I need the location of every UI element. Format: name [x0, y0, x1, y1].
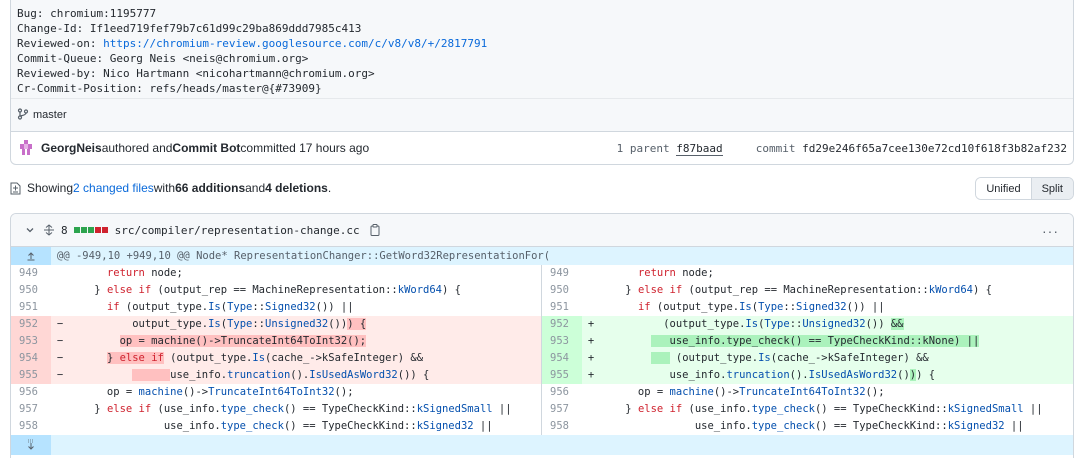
- diff-row: 952− output_type.Is(Type::Unsigned32()))…: [11, 316, 1073, 333]
- branch-row: master: [11, 98, 1073, 132]
- file-header: 8 src/compiler/representation-change.cc …: [11, 214, 1073, 247]
- line-number[interactable]: 952: [11, 316, 51, 333]
- parent-sha-link[interactable]: f87baad: [676, 142, 723, 156]
- commit-label: commit: [722, 142, 803, 155]
- diffstat-block: [101, 227, 108, 233]
- authored-text: authored and: [101, 141, 173, 155]
- expand-up-icon[interactable]: [11, 247, 51, 265]
- commit-details: Bug: chromium:1195777 Change-Id: If1eed7…: [10, 0, 1074, 165]
- split-view-button[interactable]: Split: [1031, 178, 1073, 199]
- avatar[interactable]: [19, 140, 35, 156]
- diff-row: 957 } else if (use_info.type_check() == …: [11, 401, 1073, 418]
- commit-reviewed-by-line: Reviewed-by: Nico Hartmann <nicohartmann…: [17, 67, 375, 80]
- hunk-header: @@ -949,10 +949,10 @@ Node* Representati…: [11, 247, 1073, 265]
- line-number[interactable]: 950: [11, 282, 51, 299]
- diffstat-block: [87, 227, 94, 233]
- summary-with: with: [153, 181, 176, 195]
- line-number[interactable]: 956: [542, 384, 582, 401]
- changed-files-link[interactable]: 2 changed files: [73, 181, 154, 195]
- diff-row: 949 return node; 949 return node;: [11, 265, 1073, 282]
- committer-link[interactable]: Commit Bot: [172, 141, 240, 155]
- line-number[interactable]: 953: [11, 333, 51, 350]
- diffstat-block: [94, 227, 101, 233]
- hunk-footer: [11, 435, 1073, 455]
- line-number[interactable]: 954: [11, 350, 51, 367]
- commit-reviewed-on-line: Reviewed-on: https://chromium-review.goo…: [17, 36, 1067, 51]
- summary-period: .: [327, 181, 332, 195]
- diffstat-block: [80, 227, 87, 233]
- line-number[interactable]: 951: [542, 299, 582, 316]
- diff-row: 955− use_info.truncation().IsUsedAsWord3…: [11, 367, 1073, 384]
- chevron-down-icon[interactable]: [25, 225, 35, 235]
- commit-queue-line: Commit-Queue: Georg Neis <neis@chromium.…: [17, 52, 309, 65]
- expand-all-icon[interactable]: [43, 224, 55, 236]
- additions-count: 66 additions: [175, 181, 246, 195]
- line-number[interactable]: 954: [542, 350, 582, 367]
- git-branch-icon: [17, 107, 29, 123]
- diffstat-bar: [73, 227, 109, 233]
- diff-summary: Showing 2 changed files with 66 addition…: [10, 178, 331, 198]
- diff-row: 956 op = machine()->TruncateInt64ToInt32…: [11, 384, 1073, 401]
- line-number[interactable]: 957: [11, 401, 51, 418]
- committed-time: committed 17 hours ago: [240, 141, 370, 155]
- author-row: GeorgNeis authored and Commit Bot commit…: [11, 132, 1073, 164]
- expand-down-icon[interactable]: [11, 435, 51, 455]
- commit-bug-line: Bug: chromium:1195777: [17, 7, 157, 20]
- diff-row: 951 if (output_type.Is(Type::Signed32())…: [11, 299, 1073, 316]
- deletions-count: 4 deletions: [265, 181, 328, 195]
- line-number[interactable]: 950: [542, 282, 582, 299]
- diff-rows: 949 return node; 949 return node; 950 } …: [11, 265, 1073, 435]
- branch-link[interactable]: master: [33, 109, 67, 121]
- line-number[interactable]: 958: [11, 418, 51, 435]
- line-number[interactable]: 949: [11, 265, 51, 282]
- line-number[interactable]: 955: [542, 367, 582, 384]
- line-number[interactable]: 952: [542, 316, 582, 333]
- commit-sha: fd29e246f65a7cee130e72cd10f618f3b82af232: [802, 142, 1067, 155]
- line-number[interactable]: 957: [542, 401, 582, 418]
- commit-message: Bug: chromium:1195777 Change-Id: If1eed7…: [11, 0, 1073, 98]
- parent-label: 1 parent: [616, 142, 677, 155]
- diffstat-block: [73, 227, 80, 233]
- summary-prefix: Showing: [27, 181, 74, 195]
- line-number[interactable]: 958: [542, 418, 582, 435]
- hunk-header-text: @@ -949,10 +949,10 @@ Node* Representati…: [57, 250, 551, 262]
- diff-view-toggle: Unified Split: [975, 177, 1074, 200]
- file-path[interactable]: src/compiler/representation-change.cc: [115, 224, 360, 237]
- review-link[interactable]: https://chromium-review.googlesource.com…: [103, 37, 487, 50]
- line-number[interactable]: 956: [11, 384, 51, 401]
- file-diff-icon: [10, 182, 21, 195]
- change-count: 8: [61, 223, 68, 237]
- more-options-icon[interactable]: ···: [1042, 223, 1059, 239]
- line-number[interactable]: 955: [11, 367, 51, 384]
- reviewed-on-label: Reviewed-on:: [17, 37, 104, 50]
- diff-row: 958 use_info.type_check() == TypeCheckKi…: [11, 418, 1073, 435]
- line-number[interactable]: 949: [542, 265, 582, 282]
- unified-view-button[interactable]: Unified: [976, 178, 1032, 199]
- line-number[interactable]: 953: [542, 333, 582, 350]
- commit-position-line: Cr-Commit-Position: refs/heads/master@{#…: [17, 82, 322, 95]
- summary-and: and: [245, 181, 266, 195]
- copy-icon[interactable]: [370, 224, 380, 236]
- commit-change-id-line: Change-Id: If1eed719fef79b7c61d99c29ba86…: [17, 22, 362, 35]
- commit-meta: 1 parent f87baad commit fd29e246f65a7cee…: [616, 142, 1067, 156]
- diff-row: 953− op = machine()->TruncateInt64ToInt3…: [11, 333, 1073, 350]
- author-link[interactable]: GeorgNeis: [41, 141, 102, 155]
- file-diff: 8 src/compiler/representation-change.cc …: [10, 213, 1074, 458]
- line-number[interactable]: 951: [11, 299, 51, 316]
- diff-row: 950 } else if (output_rep == MachineRepr…: [11, 282, 1073, 299]
- diff-row: 954− } else if (output_type.Is(cache_->k…: [11, 350, 1073, 367]
